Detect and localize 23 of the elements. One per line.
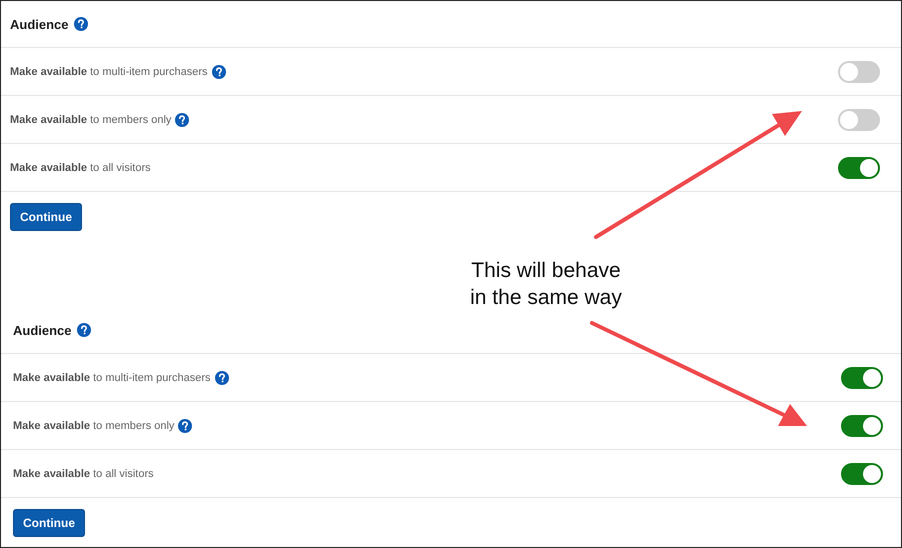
option-label: Make available to members only <box>13 420 174 432</box>
toggle-switch[interactable] <box>838 157 880 179</box>
continue-button[interactable]: Continue <box>10 203 82 231</box>
option-label: Make available to multi-item purchasers <box>10 66 208 78</box>
annotation-text: This will behave in the same way <box>469 258 623 311</box>
toggle-switch[interactable] <box>841 367 883 389</box>
toggle-switch[interactable] <box>838 109 880 131</box>
help-icon[interactable] <box>214 370 228 384</box>
continue-button[interactable]: Continue <box>13 509 85 537</box>
help-icon[interactable] <box>76 323 91 337</box>
toggle-switch[interactable] <box>841 415 883 437</box>
option-label: Make available to multi-item purchasers <box>13 372 210 384</box>
option-label: Make available to members only <box>10 114 172 126</box>
section-heading: Audience <box>10 16 69 32</box>
help-icon[interactable] <box>178 418 192 432</box>
help-icon[interactable] <box>175 112 190 126</box>
option-label: Make available to all visitors <box>13 468 154 480</box>
help-icon[interactable] <box>74 17 88 31</box>
toggle-switch[interactable] <box>841 463 883 485</box>
toggle-switch[interactable] <box>838 61 880 83</box>
option-label: Make available to all visitors <box>10 162 151 174</box>
section-heading: Audience <box>13 322 72 338</box>
help-icon[interactable] <box>212 64 226 78</box>
